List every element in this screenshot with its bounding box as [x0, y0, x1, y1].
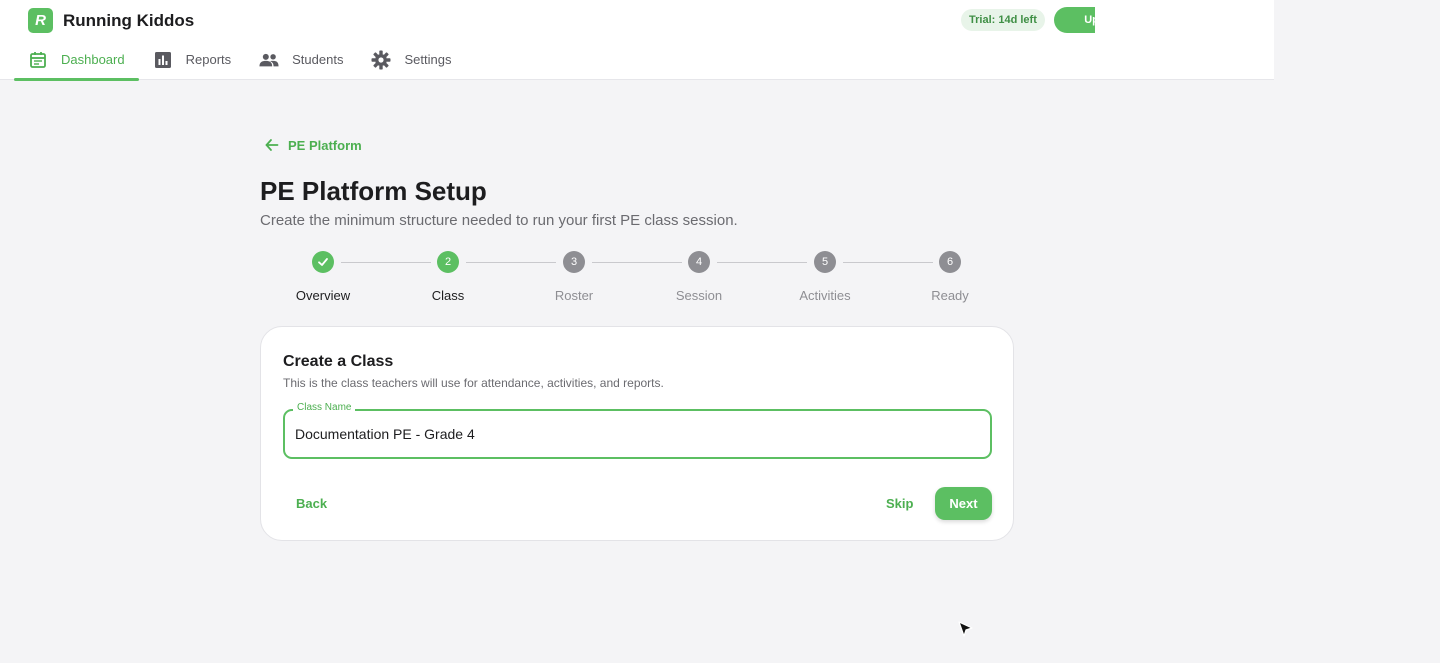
upgrade-button[interactable]: Upgrade [1054, 7, 1095, 33]
calendar-icon [28, 50, 48, 70]
tab-label: Students [292, 52, 344, 67]
tab-reports[interactable]: Reports [139, 40, 246, 79]
back-button[interactable]: Back [296, 489, 327, 517]
tab-label: Reports [185, 52, 232, 67]
step-roster[interactable]: 3 Roster [511, 250, 637, 303]
class-name-input[interactable] [295, 423, 975, 445]
arrow-left-icon [264, 137, 280, 153]
step-overview[interactable]: Overview [260, 250, 386, 303]
step-session[interactable]: 4 Session [636, 250, 762, 303]
step-number: 6 [939, 251, 961, 273]
step-label: Ready [931, 288, 969, 303]
step-label: Activities [799, 288, 851, 303]
create-class-card: Create a Class This is the class teacher… [260, 326, 1014, 541]
back-link-label: PE Platform [288, 137, 362, 153]
step-activities[interactable]: 5 Activities [762, 250, 888, 303]
bar-chart-icon [153, 50, 173, 70]
tab-label: Dashboard [61, 52, 125, 67]
skip-button[interactable]: Skip [886, 489, 913, 517]
tab-students[interactable]: Students [245, 40, 357, 79]
page-subtitle: Create the minimum structure needed to r… [260, 212, 738, 229]
people-icon [259, 50, 279, 70]
step-ready[interactable]: 6 Ready [887, 250, 1013, 303]
next-button[interactable]: Next [935, 487, 992, 520]
class-name-field: Class Name [283, 402, 992, 459]
step-class[interactable]: 2 Class [385, 250, 511, 303]
card-description: This is the class teachers will use for … [283, 376, 664, 390]
card-title: Create a Class [283, 353, 394, 370]
step-number: 2 [437, 251, 459, 273]
app-logo: R [28, 8, 53, 33]
main-nav: Dashboard Reports Students Settings [14, 40, 465, 81]
class-name-label: Class Name [293, 402, 356, 413]
gear-icon [371, 50, 391, 70]
back-to-pe-platform-link[interactable]: PE Platform [264, 137, 362, 153]
upgrade-button-clip: Upgrade [1054, 7, 1095, 33]
tab-dashboard[interactable]: Dashboard [14, 40, 139, 81]
page: R Running Kiddos Trial: 14d left Upgrade… [0, 0, 1440, 663]
step-number: 5 [814, 251, 836, 273]
tab-label: Settings [404, 52, 452, 67]
step-number: 4 [688, 251, 710, 273]
trial-badge: Trial: 14d left [961, 9, 1045, 31]
check-icon [312, 251, 334, 273]
step-label: Overview [295, 288, 351, 303]
step-number: 3 [563, 251, 585, 273]
tab-settings[interactable]: Settings [357, 40, 465, 79]
brand[interactable]: R Running Kiddos [28, 8, 194, 33]
step-label: Session [675, 288, 723, 303]
page-title: PE Platform Setup [260, 176, 487, 206]
app-header: R Running Kiddos Trial: 14d left Upgrade… [0, 0, 1274, 81]
app-name: Running Kiddos [63, 10, 195, 30]
step-label: Roster [554, 288, 594, 303]
setup-stepper: Overview 2 Class 3 Roster 4 Session 5 Ac… [260, 250, 1014, 310]
mouse-cursor-icon [957, 620, 975, 640]
step-label: Class [431, 288, 465, 303]
header-overflow-panel [1095, 0, 1274, 61]
